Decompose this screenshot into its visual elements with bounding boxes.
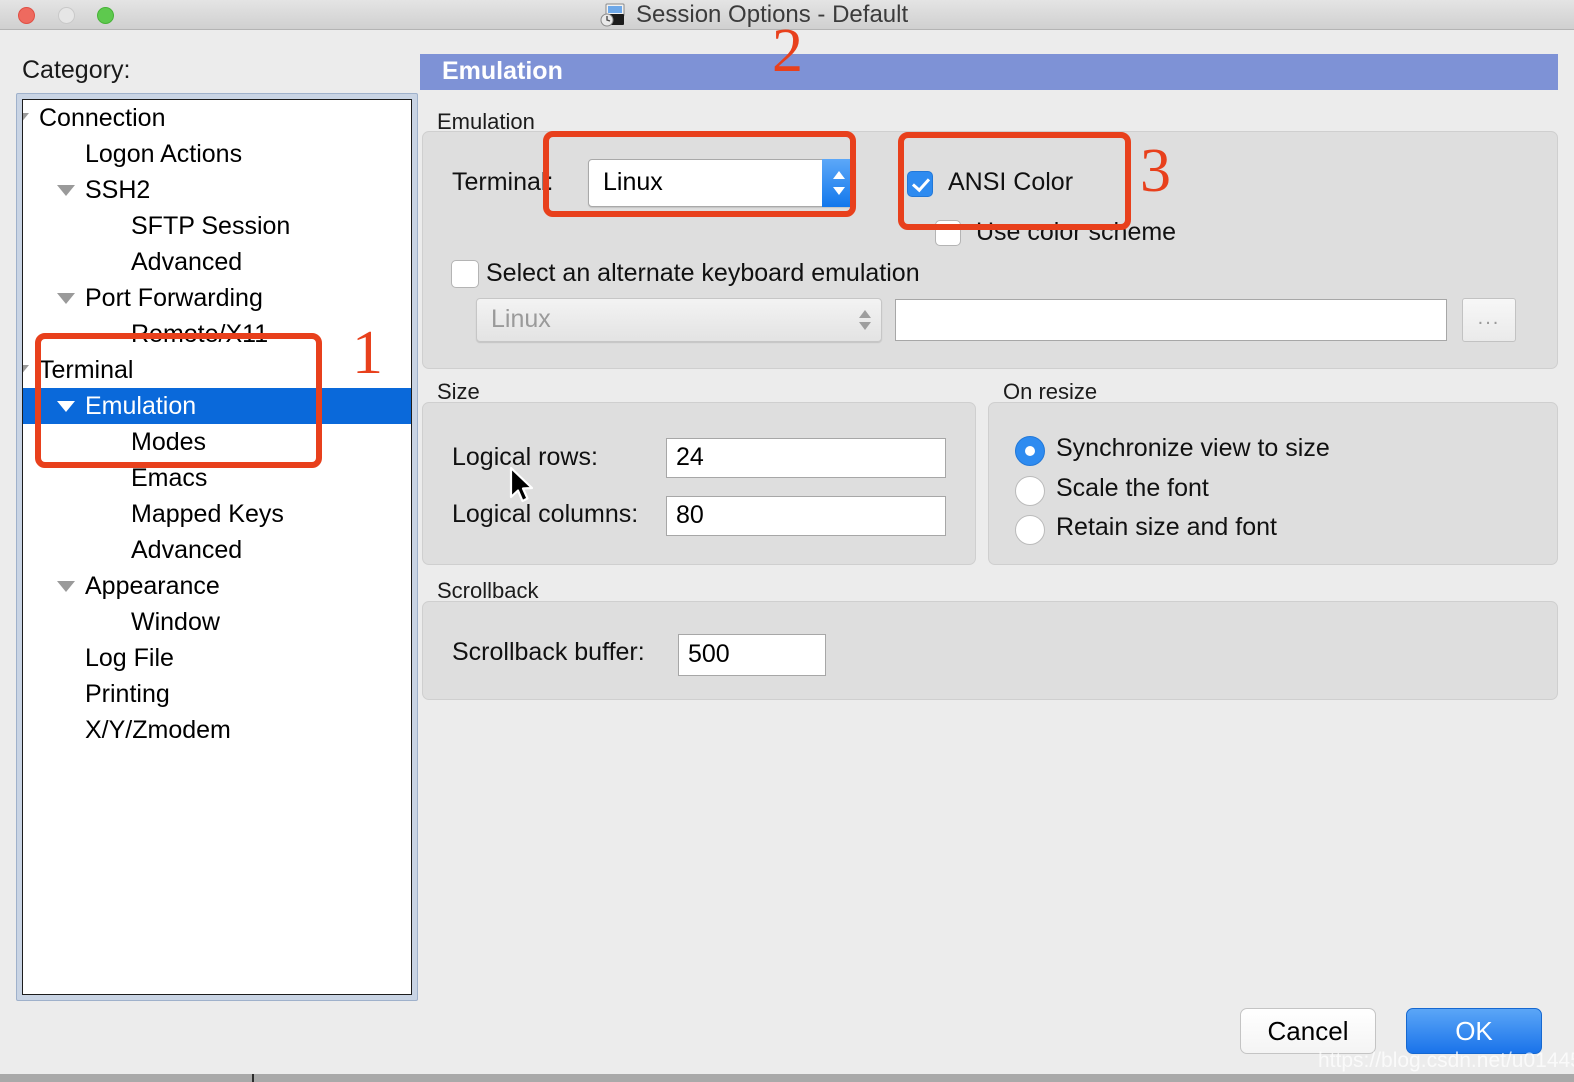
resize-option-retain-radio[interactable] xyxy=(1015,515,1045,545)
tree-disclosure-triangle-icon[interactable] xyxy=(57,401,75,412)
minimize-button[interactable] xyxy=(58,7,75,24)
sidebar-item-label: Logon Actions xyxy=(85,140,243,168)
session-options-window: Session Options - Default Category: Conn… xyxy=(0,0,1574,1074)
alt-keyboard-checkbox[interactable] xyxy=(451,260,479,288)
sidebar-item-terminal[interactable]: Terminal xyxy=(23,352,411,388)
size-groupbox xyxy=(422,402,976,565)
sidebar-item-advanced[interactable]: Advanced xyxy=(23,532,411,568)
logical-rows-input[interactable]: 24 xyxy=(666,438,946,478)
use-color-scheme-checkbox[interactable] xyxy=(935,220,961,246)
sidebar-item-label: Advanced xyxy=(131,536,243,564)
mouse-cursor xyxy=(509,466,534,503)
alt-keyboard-path-input[interactable] xyxy=(895,299,1447,341)
resize-option-sync-label[interactable]: Synchronize view to size xyxy=(1056,434,1330,463)
tree-disclosure-triangle-icon[interactable] xyxy=(23,365,29,376)
resize-option-sync-radio[interactable] xyxy=(1015,436,1045,466)
sidebar-item-label: Log File xyxy=(85,644,174,672)
scrollback-buffer-value: 500 xyxy=(688,640,730,668)
sidebar-item-mapped-keys[interactable]: Mapped Keys xyxy=(23,496,411,532)
scrollback-buffer-label: Scrollback buffer: xyxy=(452,638,645,666)
sidebar-item-modes[interactable]: Modes xyxy=(23,424,411,460)
sidebar-item-label: Appearance xyxy=(85,572,220,600)
alt-keyboard-label[interactable]: Select an alternate keyboard emulation xyxy=(486,259,920,288)
desktop-seam xyxy=(252,1074,254,1082)
sidebar-item-ssh2[interactable]: SSH2 xyxy=(23,172,411,208)
resize-option-retain-label[interactable]: Retain size and font xyxy=(1056,513,1277,542)
tree-disclosure-triangle-icon[interactable] xyxy=(57,185,75,196)
watermark: https://blog.csdn.net/u014454538 xyxy=(1318,1049,1574,1072)
logical-columns-input[interactable]: 80 xyxy=(666,496,946,536)
category-tree[interactable]: Connection Logon Actions SSH2 SFTP Session A… xyxy=(22,99,412,995)
category-label: Category: xyxy=(22,56,131,84)
resize-option-scale-radio[interactable] xyxy=(1015,476,1045,506)
sidebar-item-emulation[interactable]: Emulation xyxy=(23,388,411,424)
sidebar-item-remote-x11[interactable]: Remote/X11 xyxy=(23,316,411,352)
logical-rows-value: 24 xyxy=(676,443,704,471)
sidebar-item-label: Remote/X11 xyxy=(131,320,269,348)
sidebar-item-label: Window xyxy=(131,608,220,636)
terminal-popup-value: Linux xyxy=(603,168,663,196)
sidebar-item-label: Emacs xyxy=(131,464,208,492)
panel-header-title: Emulation xyxy=(442,57,563,85)
panel-header: Emulation xyxy=(420,54,1558,90)
close-button[interactable] xyxy=(18,7,35,24)
ansi-color-label[interactable]: ANSI Color xyxy=(948,168,1073,197)
sidebar-item-label: Connection xyxy=(39,104,166,132)
sidebar-item-window[interactable]: Window xyxy=(23,604,411,640)
sidebar-item-port-forwarding[interactable]: Port Forwarding xyxy=(23,280,411,316)
sidebar-item-label: SFTP Session xyxy=(131,212,291,240)
alt-keyboard-popup: Linux xyxy=(476,298,882,342)
resize-option-scale-label[interactable]: Scale the font xyxy=(1056,474,1209,503)
logical-columns-value: 80 xyxy=(676,501,704,529)
sidebar-item-emacs[interactable]: Emacs xyxy=(23,460,411,496)
terminal-label: Terminal: xyxy=(452,168,554,196)
sidebar-item-label: Emulation xyxy=(85,392,197,420)
sidebar-item-logon-actions[interactable]: Logon Actions xyxy=(23,136,411,172)
window-title: Session Options - Default xyxy=(636,1,909,28)
tree-disclosure-triangle-icon[interactable] xyxy=(23,113,29,124)
sidebar-item-printing[interactable]: Printing xyxy=(23,676,411,712)
browse-button: ... xyxy=(1462,298,1516,342)
tree-disclosure-triangle-icon[interactable] xyxy=(57,293,75,304)
sidebar-item-label: SSH2 xyxy=(85,176,151,204)
sidebar-item-label: Modes xyxy=(131,428,207,456)
sidebar-item-label: Port Forwarding xyxy=(85,284,263,312)
scrollback-buffer-input[interactable]: 500 xyxy=(678,634,826,676)
sidebar-item-log-file[interactable]: Log File xyxy=(23,640,411,676)
sidebar-item-label: Terminal xyxy=(39,356,134,384)
zoom-button[interactable] xyxy=(97,7,114,24)
ok-button[interactable]: OK xyxy=(1406,1008,1542,1054)
ellipsis-icon: ... xyxy=(1477,307,1501,329)
sidebar-item-appearance[interactable]: Appearance xyxy=(23,568,411,604)
sidebar-item-connection[interactable]: Connection xyxy=(23,100,411,136)
sidebar-item-label: Printing xyxy=(85,680,170,708)
cancel-button[interactable]: Cancel xyxy=(1240,1008,1376,1054)
alt-keyboard-popup-value: Linux xyxy=(491,305,551,333)
sidebar-item-label: X/Y/Zmodem xyxy=(85,716,231,744)
session-options-icon xyxy=(600,3,625,27)
tree-disclosure-triangle-icon[interactable] xyxy=(57,581,75,592)
chevron-updown-icon xyxy=(848,298,882,342)
chevron-updown-icon xyxy=(822,159,856,207)
sidebar-item-label: Advanced xyxy=(131,248,243,276)
use-color-scheme-label[interactable]: Use color scheme xyxy=(976,218,1176,247)
sidebar-item-x-y-zmodem[interactable]: X/Y/Zmodem xyxy=(23,712,411,748)
sidebar-item-label: Mapped Keys xyxy=(131,500,284,528)
category-tree-container: Connection Logon Actions SSH2 SFTP Session A… xyxy=(16,93,418,1001)
sidebar-item-advanced[interactable]: Advanced xyxy=(23,244,411,280)
logical-columns-label: Logical columns: xyxy=(452,500,639,528)
desktop-strip xyxy=(0,1074,1574,1082)
terminal-popup[interactable]: Linux xyxy=(588,159,856,207)
sidebar-item-sftp-session[interactable]: SFTP Session xyxy=(23,208,411,244)
ansi-color-checkbox[interactable] xyxy=(907,171,933,197)
window-titlebar: Session Options - Default xyxy=(0,0,1574,30)
